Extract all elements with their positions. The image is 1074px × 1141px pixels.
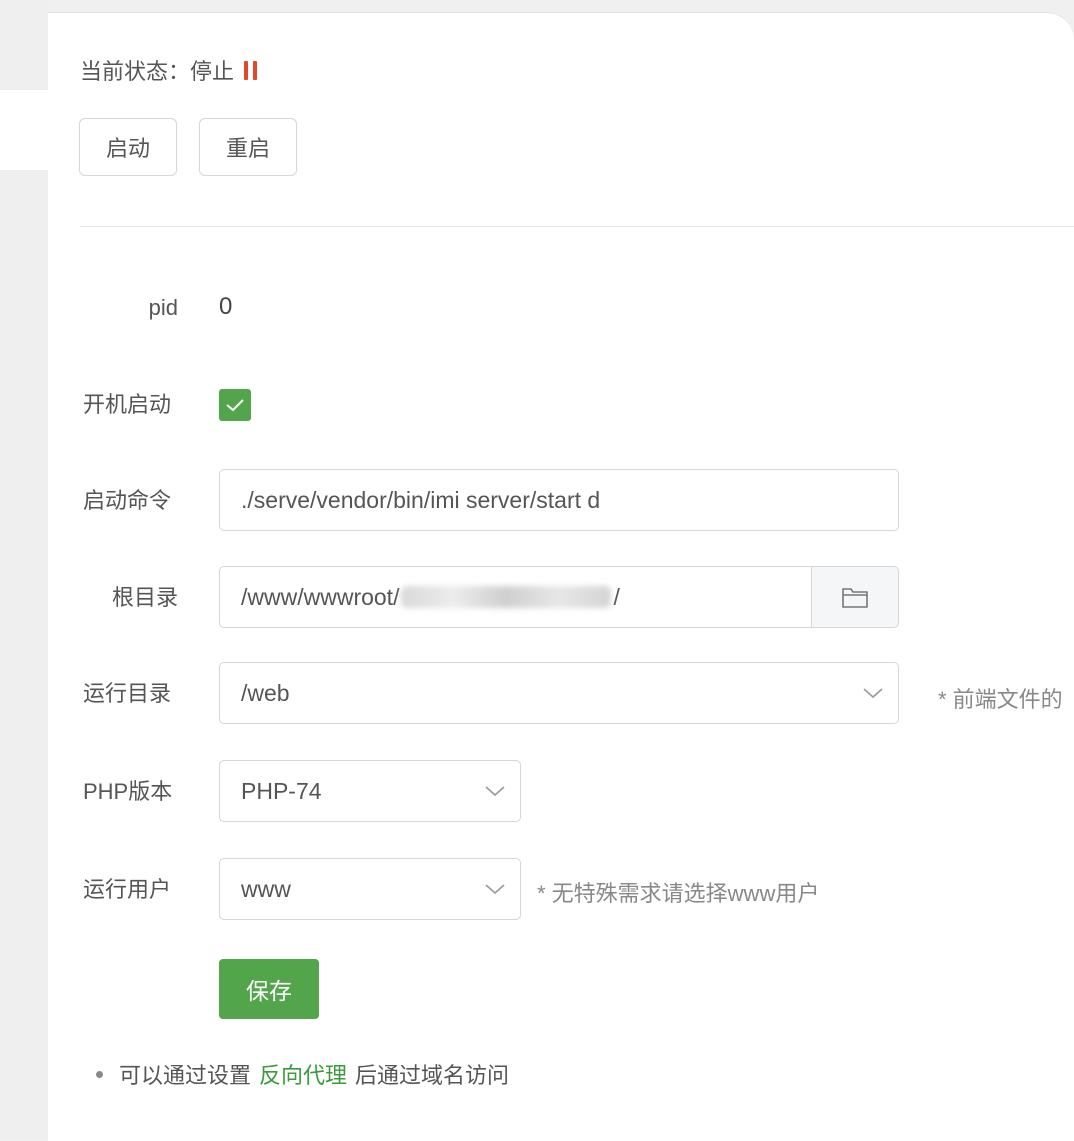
folder-picker-button[interactable]	[811, 566, 899, 628]
bullet-dot	[96, 1070, 103, 1078]
command-input[interactable]: ./serve/vendor/bin/imi server/start d	[219, 469, 899, 531]
divider	[80, 226, 1074, 227]
run-user-label: 运行用户	[83, 877, 172, 902]
save-button[interactable]: 保存	[219, 959, 319, 1019]
restart-button[interactable]: 重启	[199, 118, 297, 176]
start-button[interactable]: 启动	[79, 118, 177, 176]
php-version-select[interactable]: PHP-74	[219, 760, 521, 822]
reverse-proxy-link[interactable]: 反向代理	[259, 1058, 347, 1090]
note-after: 后通过域名访问	[355, 1063, 510, 1088]
root-dir-suffix: /	[613, 583, 620, 610]
status-row: 当前状态： 停止	[80, 52, 258, 88]
autostart-checkbox[interactable]	[219, 389, 251, 421]
run-dir-select[interactable]: /web	[219, 662, 899, 724]
command-label: 启动命令	[83, 488, 172, 513]
folder-icon	[842, 588, 868, 608]
status-value: 停止	[190, 59, 235, 84]
status-label: 当前状态：	[80, 59, 191, 84]
blurred-domain	[401, 586, 612, 608]
reverse-proxy-note: 可以通过设置 反向代理 后通过域名访问	[96, 1058, 509, 1090]
run-user-value: www	[241, 875, 291, 902]
run-dir-label: 运行目录	[83, 681, 172, 706]
root-dir-input[interactable]: /www/wwwroot/ /	[219, 566, 812, 628]
pid-label: pid	[148, 295, 178, 320]
php-version-label: PHP版本	[83, 779, 173, 804]
pause-icon	[244, 60, 258, 80]
run-user-hint: * 无特殊需求请选择www用户	[537, 881, 820, 906]
php-version-value: PHP-74	[241, 777, 322, 804]
root-dir-label: 根目录	[111, 585, 178, 610]
run-dir-hint: * 前端文件的	[938, 687, 1063, 712]
autostart-label: 开机启动	[83, 392, 172, 417]
sidebar-active-item[interactable]	[0, 90, 48, 170]
check-icon	[226, 399, 244, 412]
root-dir-prefix: /www/wwwroot/	[241, 583, 400, 610]
chevron-down-icon	[863, 688, 883, 699]
note-before: 可以通过设置	[119, 1063, 252, 1088]
command-value: ./serve/vendor/bin/imi server/start d	[241, 486, 601, 513]
chevron-down-icon	[485, 786, 505, 797]
chevron-down-icon	[485, 884, 505, 895]
run-dir-value: /web	[241, 679, 290, 706]
run-user-select[interactable]: www	[219, 858, 521, 920]
pid-value: 0	[219, 293, 233, 320]
